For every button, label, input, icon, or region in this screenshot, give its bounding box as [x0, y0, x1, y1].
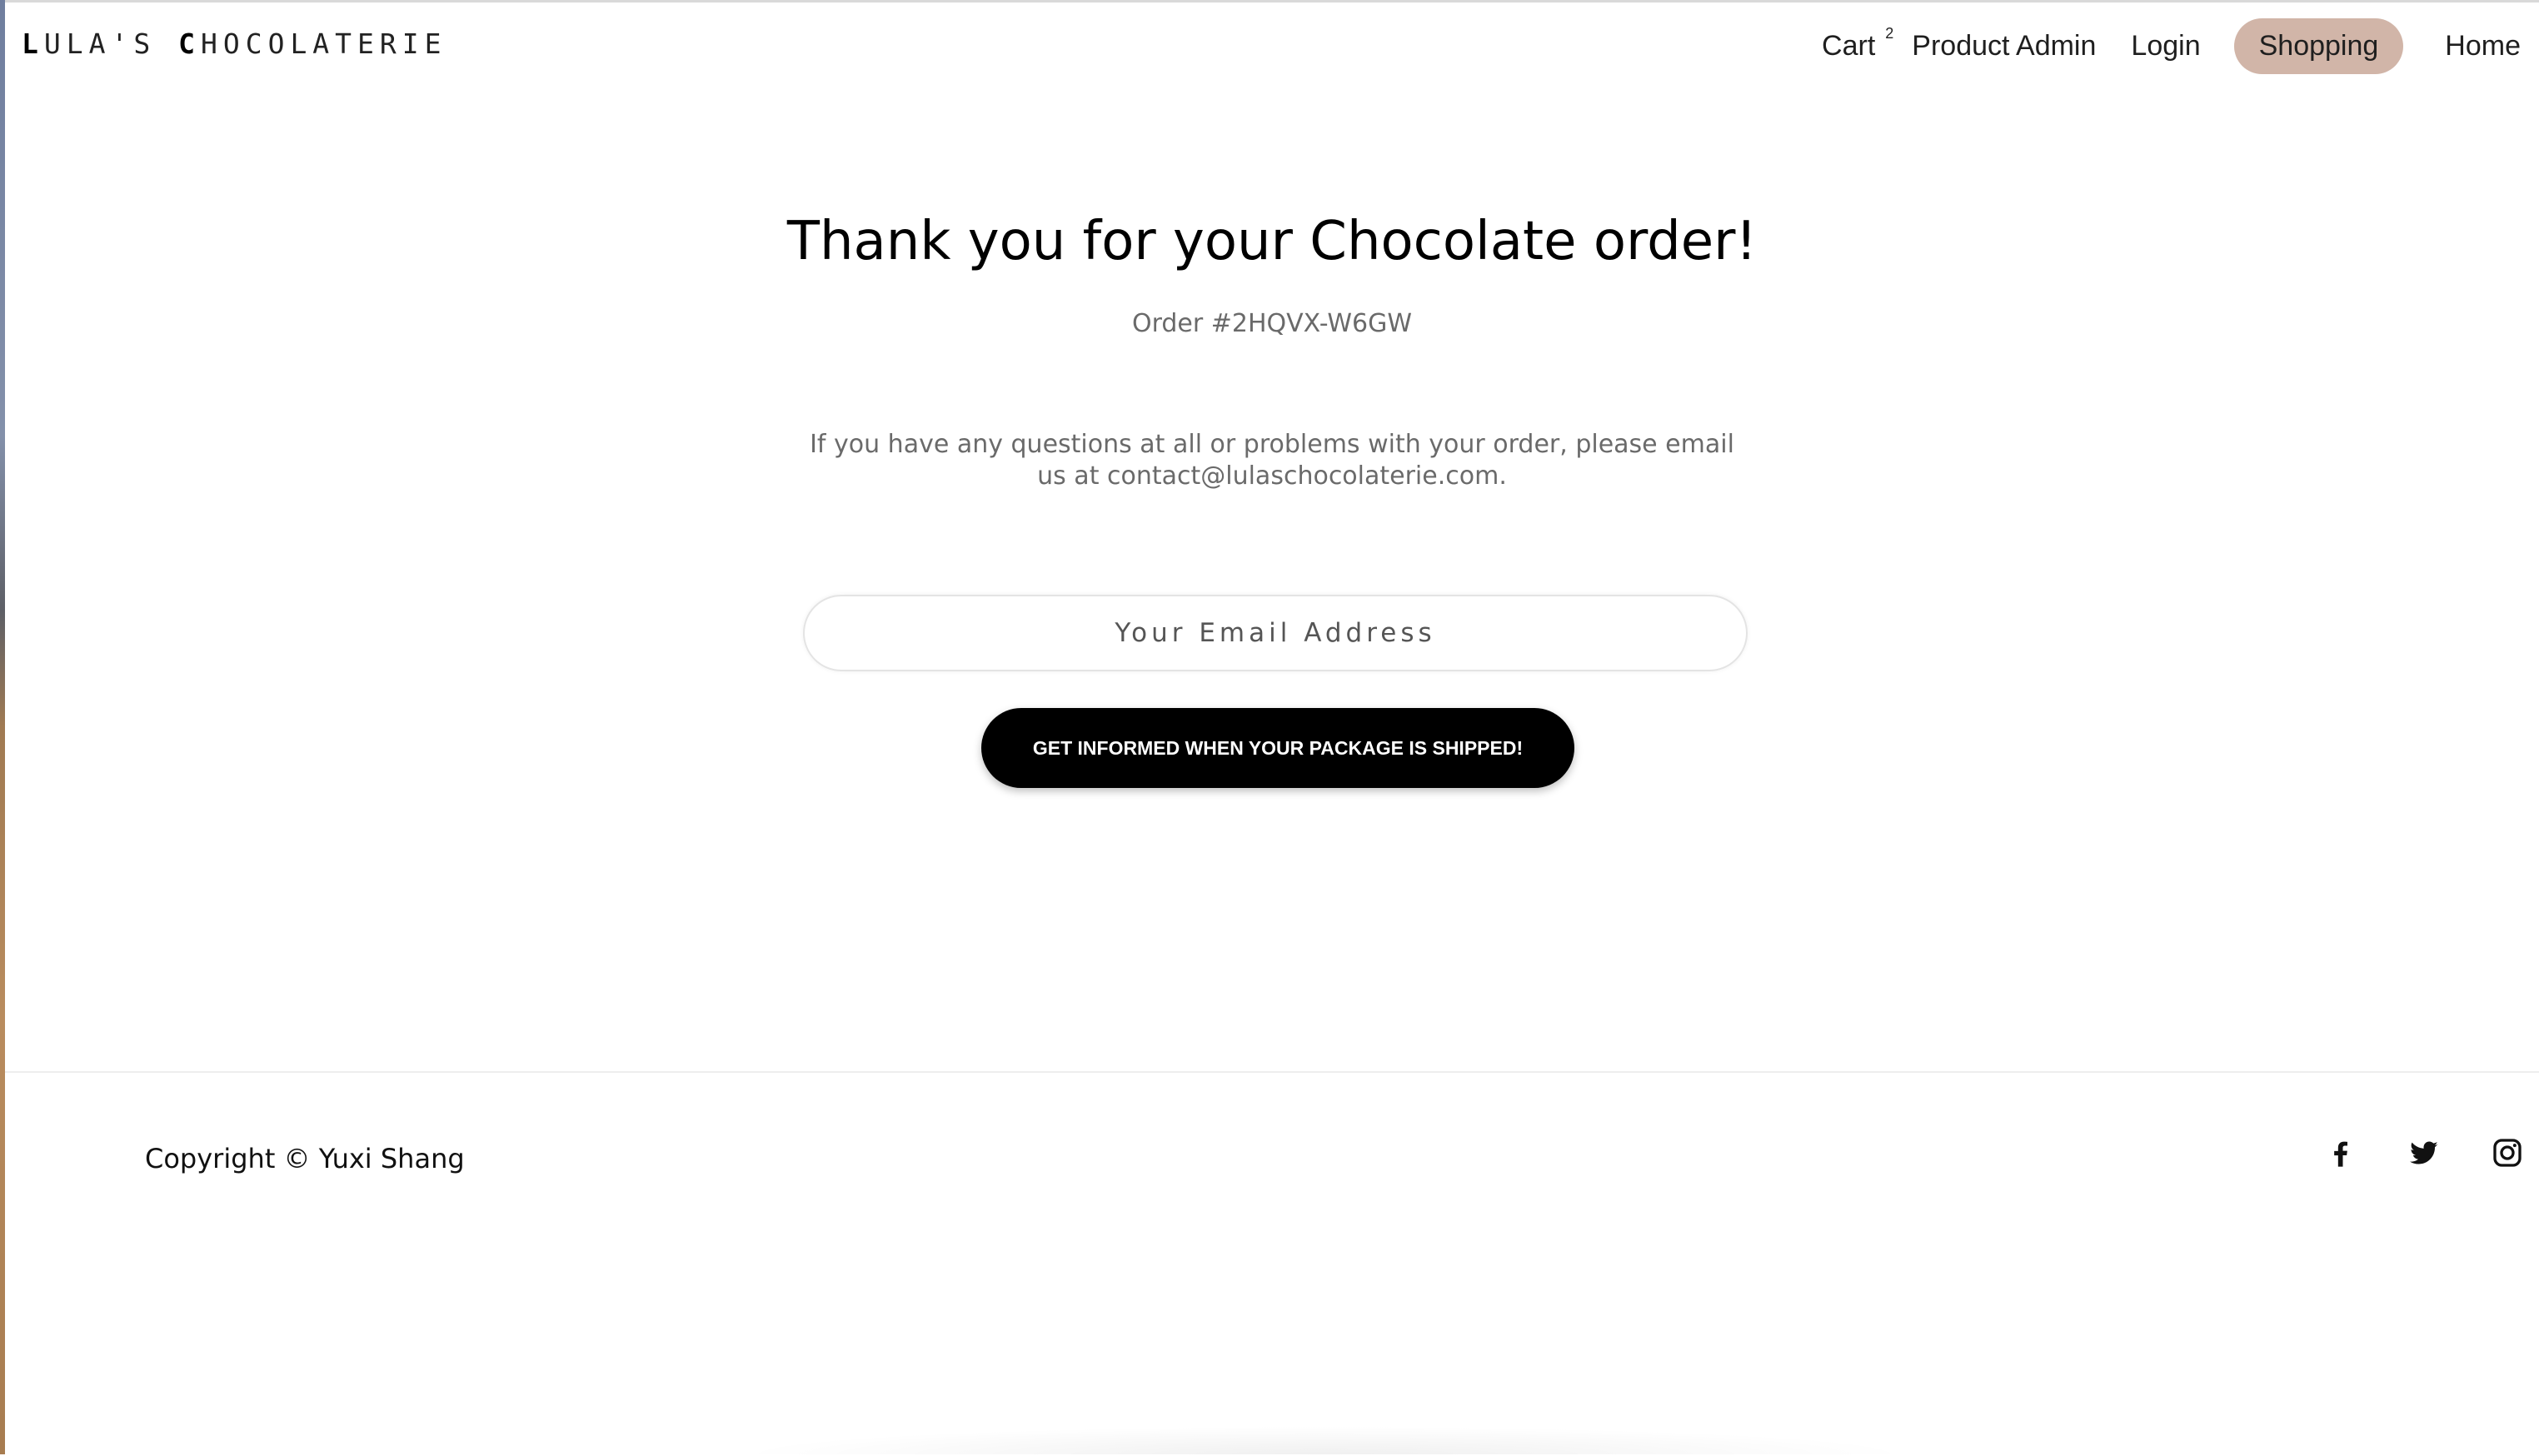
twitter-icon[interactable] [2407, 1136, 2441, 1169]
nav-shopping-link[interactable]: Shopping [2233, 17, 2404, 74]
support-message: If you have any questions at all or prob… [810, 430, 1734, 491]
cart-count-badge: 2 [1885, 24, 1894, 42]
facebook-icon[interactable] [2324, 1136, 2357, 1169]
navbar: LULA'S CHOCOLATERIE Cart 2 Product Admin… [5, 2, 2539, 89]
nav-home-link[interactable]: Home [2445, 30, 2521, 62]
nav-cart-label: Cart [1822, 29, 1876, 62]
nav-login-link[interactable]: Login [2131, 30, 2200, 62]
nav-product-admin-link[interactable]: Product Admin [1912, 30, 2096, 62]
bottom-shadow [733, 1426, 1916, 1454]
instagram-icon[interactable] [2491, 1136, 2524, 1169]
notify-shipped-button[interactable]: GET INFORMED WHEN YOUR PACKAGE IS SHIPPE… [981, 708, 1574, 788]
brand-text-lulas: ULA'S [43, 27, 179, 60]
nav-cart-link[interactable]: Cart 2 [1822, 25, 1893, 62]
email-input[interactable] [803, 595, 1748, 671]
brand-logo[interactable]: LULA'S CHOCOLATERIE [22, 27, 447, 60]
nav-links: Cart 2 Product Admin Login Shopping Home [1822, 17, 2521, 74]
footer: Copyright © Yuxi Shang [5, 1071, 2539, 1456]
order-number: Order #2HQVX-W6GW [1131, 309, 1413, 338]
page-title: Thank you for your Chocolate order! [786, 211, 1758, 272]
copyright-text: Copyright © Yuxi Shang [145, 1143, 465, 1174]
brand-initial-c: C [178, 27, 201, 60]
brand-initial-l: L [22, 27, 44, 60]
brand-text-chocolaterie: HOCOLATERIE [200, 27, 447, 60]
